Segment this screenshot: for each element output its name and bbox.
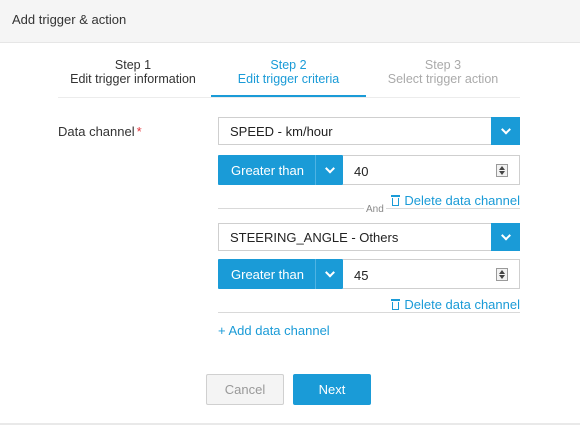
next-button[interactable]: Next — [293, 374, 371, 405]
threshold-input-1-value: 40 — [354, 164, 369, 179]
condition-row-1: Greater than 40 — [218, 155, 520, 185]
step-1-label: Edit trigger information — [70, 72, 196, 86]
and-joiner: And — [364, 204, 386, 215]
dialog-header: Add trigger & action — [0, 0, 580, 43]
step-2[interactable]: Step 2 Edit trigger criteria — [211, 58, 366, 86]
spin-up-icon[interactable] — [499, 270, 505, 274]
data-channel-label-text: Data channel — [58, 124, 135, 139]
dialog-title: Add trigger & action — [12, 12, 127, 27]
trash-icon — [391, 195, 401, 206]
spin-down-icon[interactable] — [499, 171, 505, 175]
channel-select-1[interactable]: SPEED - km/hour — [218, 117, 520, 145]
spin-down-icon[interactable] — [499, 275, 505, 279]
stepper-divider — [58, 97, 520, 98]
chevron-down-icon — [324, 163, 335, 174]
step-1[interactable]: Step 1 Edit trigger information — [58, 58, 208, 86]
step-2-number: Step 2 — [270, 58, 307, 72]
channel-select-1-value: SPEED - km/hour — [230, 124, 333, 139]
channel-select-2[interactable]: STEERING_ANGLE - Others — [218, 223, 520, 251]
stepper: Step 1 Edit trigger information Step 2 E… — [0, 58, 580, 98]
delete-channel-2-label: Delete data channel — [404, 297, 520, 312]
condition-row-2: Greater than 45 — [218, 259, 520, 289]
chevron-down-icon — [324, 267, 335, 278]
channel-select-1-toggle[interactable] — [491, 117, 520, 145]
chevron-down-icon — [500, 124, 511, 135]
chevron-down-icon — [500, 230, 511, 241]
add-data-channel-link[interactable]: + Add data channel — [218, 323, 330, 338]
operator-dropdown-1-label: Greater than — [231, 163, 304, 178]
threshold-input-1[interactable]: 40 — [343, 155, 520, 185]
spin-up-icon[interactable] — [499, 166, 505, 170]
delete-channel-1-label: Delete data channel — [404, 193, 520, 208]
step-3[interactable]: Step 3 Select trigger action — [369, 58, 517, 86]
data-channel-label: Data channel * — [58, 124, 142, 139]
delete-channel-1-link[interactable]: Delete data channel — [391, 193, 520, 208]
cancel-button[interactable]: Cancel — [206, 374, 284, 405]
operator-dropdown-1-toggle[interactable] — [316, 155, 343, 185]
operator-dropdown-2-label: Greater than — [231, 267, 304, 282]
active-step-indicator — [211, 95, 366, 97]
threshold-input-2-value: 45 — [354, 268, 369, 283]
trash-icon — [391, 299, 401, 310]
operator-dropdown-2[interactable]: Greater than — [218, 259, 343, 289]
operator-dropdown-2-toggle[interactable] — [316, 259, 343, 289]
step-1-number: Step 1 — [114, 58, 152, 72]
channel-list-divider — [218, 312, 520, 313]
channel-select-2-value: STEERING_ANGLE - Others — [230, 230, 399, 245]
step-2-label: Edit trigger criteria — [237, 72, 340, 86]
step-3-number: Step 3 — [424, 58, 462, 72]
channel-select-2-toggle[interactable] — [491, 223, 520, 251]
required-asterisk: * — [136, 124, 142, 139]
number-spinner-1[interactable] — [496, 164, 508, 177]
operator-dropdown-1[interactable]: Greater than — [218, 155, 343, 185]
step-3-label: Select trigger action — [387, 72, 499, 86]
threshold-input-2[interactable]: 45 — [343, 259, 520, 289]
delete-channel-2-link[interactable]: Delete data channel — [391, 297, 520, 312]
number-spinner-2[interactable] — [496, 268, 508, 281]
